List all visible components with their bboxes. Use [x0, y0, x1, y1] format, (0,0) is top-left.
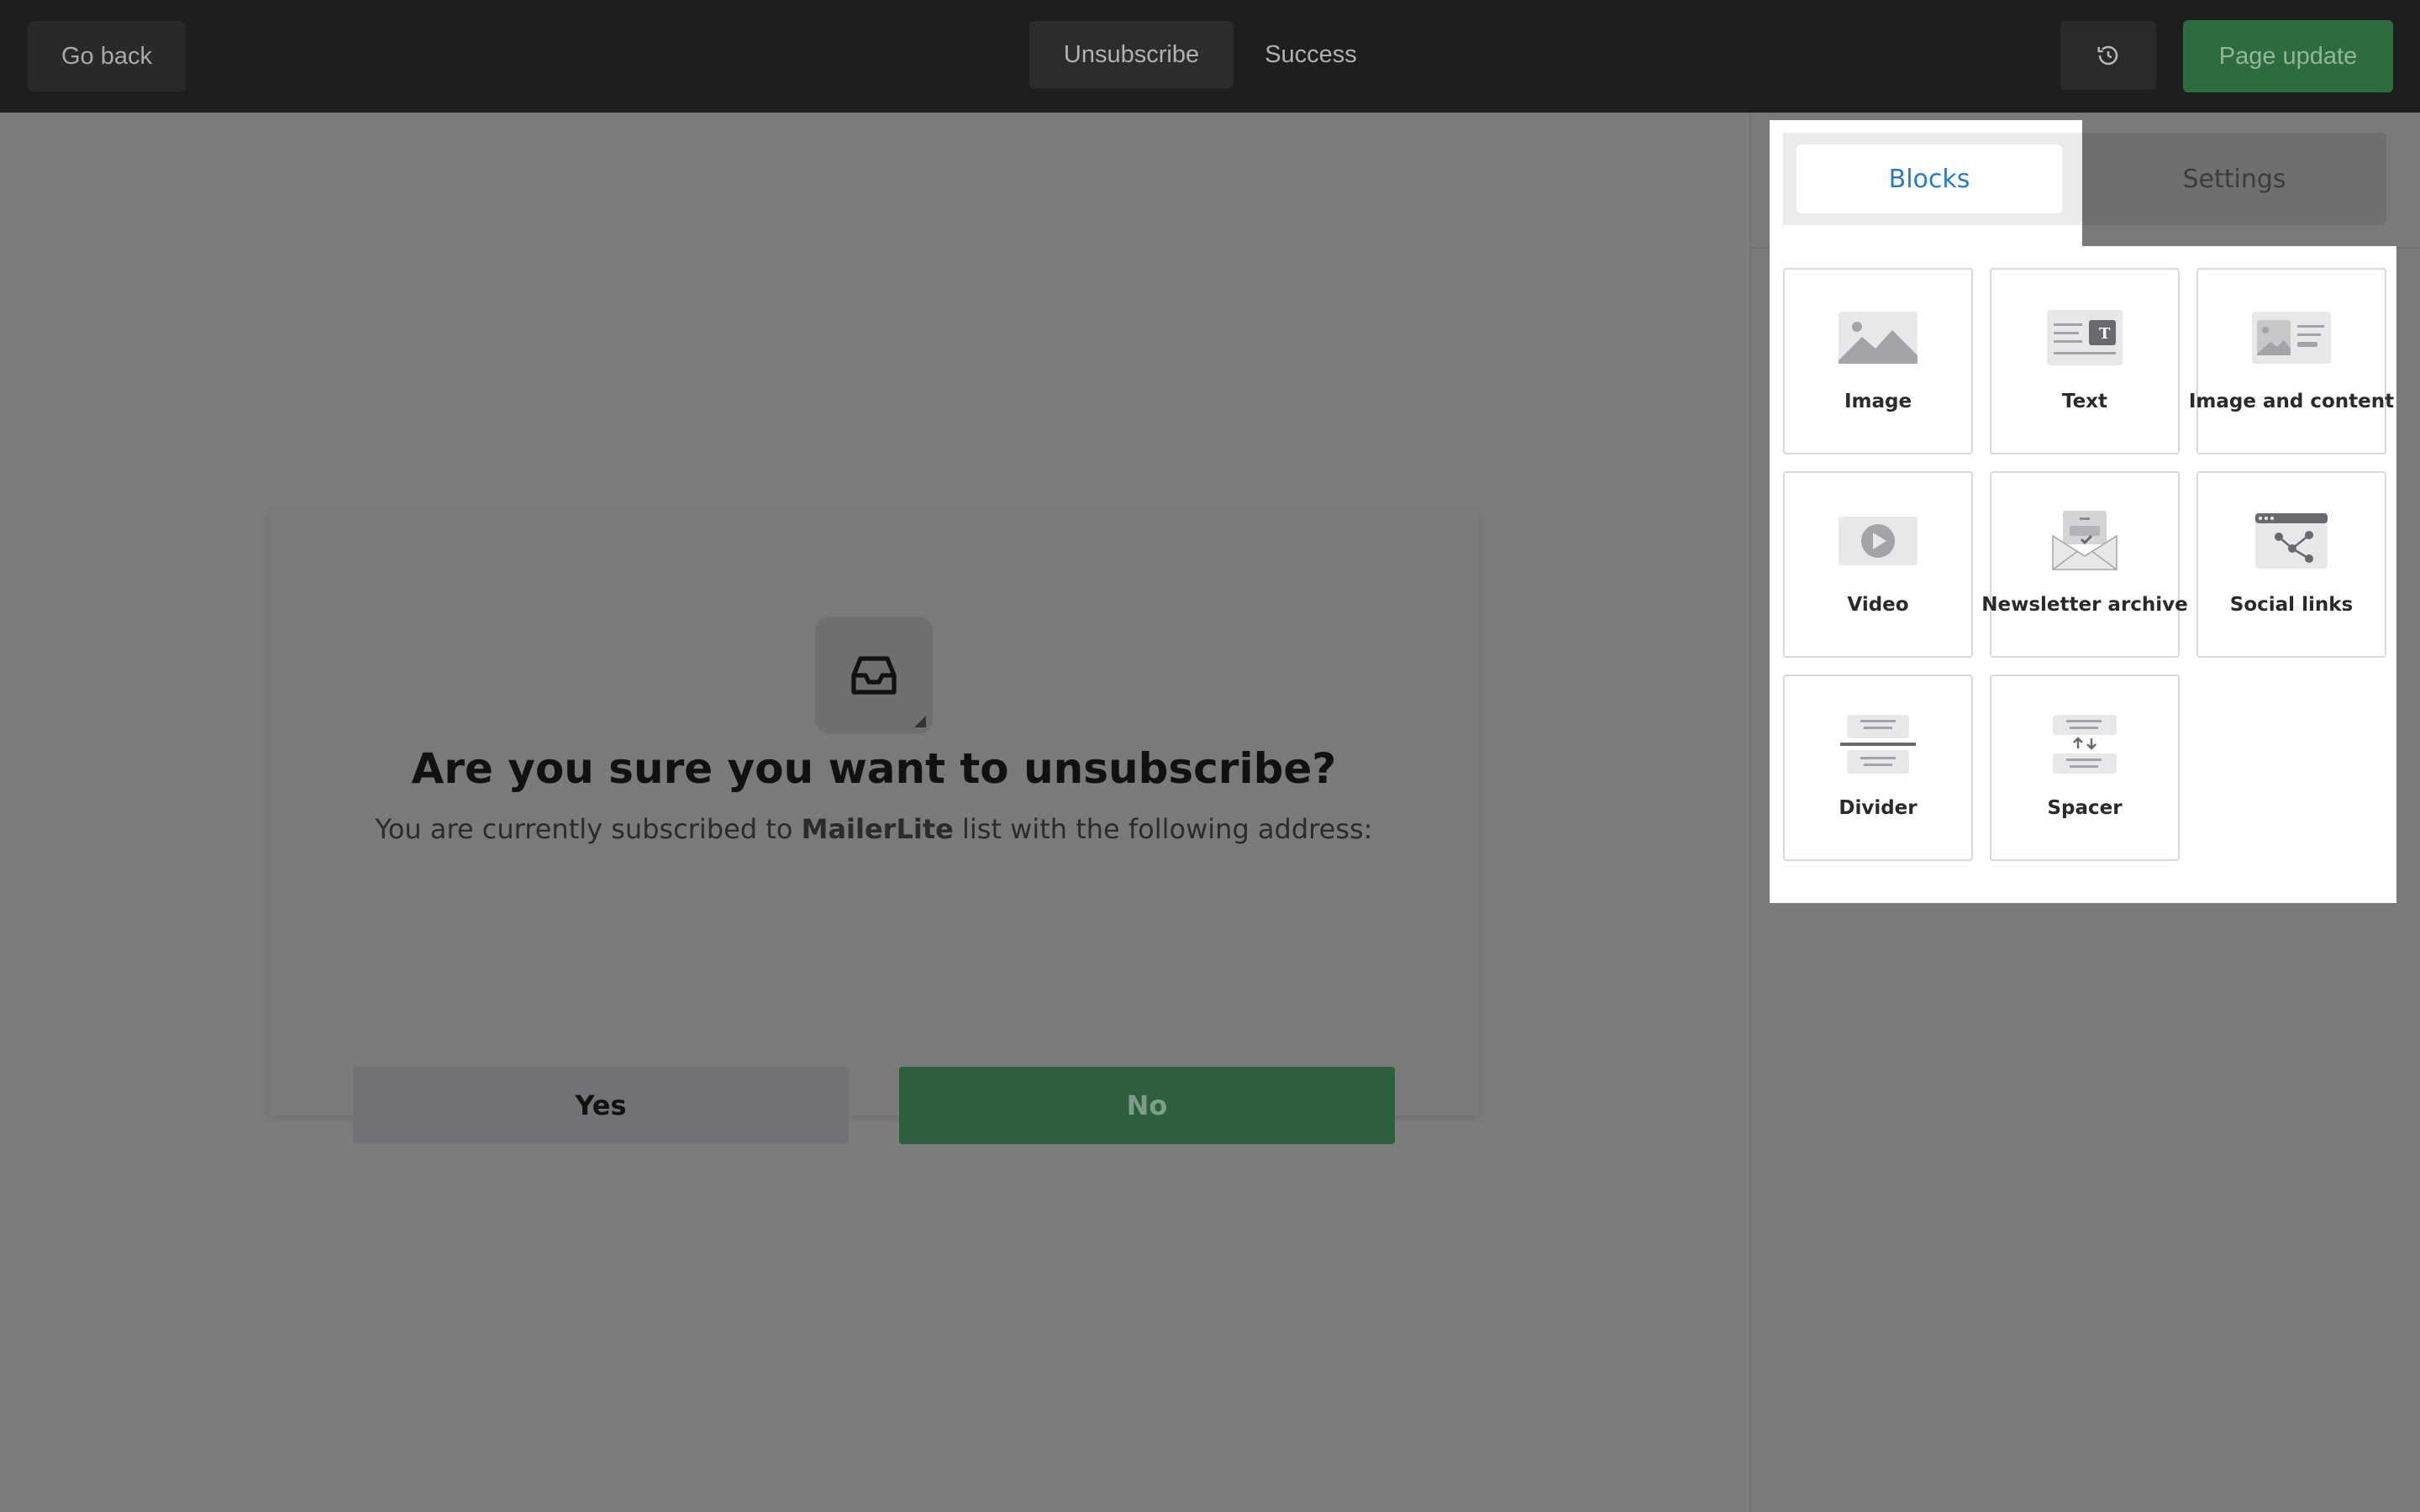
subscription-text-before: You are currently subscribed to [375, 813, 802, 845]
block-label: Spacer [2047, 797, 2123, 819]
block-label: Video [1847, 594, 1909, 616]
history-icon [2097, 45, 2118, 66]
inbox-icon-tile[interactable] [815, 617, 933, 734]
no-button[interactable]: No [899, 1067, 1395, 1144]
text-icon: T [2044, 308, 2125, 367]
block-label: Text [2061, 391, 2108, 412]
social-links-icon [2251, 512, 2332, 570]
block-text[interactable]: T Text [1990, 268, 2180, 454]
page-update-button[interactable]: Page update [2183, 20, 2393, 92]
block-image[interactable]: Image [1783, 268, 1973, 454]
video-icon [1838, 512, 1918, 570]
block-label: Newsletter archive [1981, 594, 2188, 616]
block-divider[interactable]: Divider [1783, 675, 1973, 861]
brand-name: MailerLite [801, 813, 954, 845]
yes-button[interactable]: Yes [353, 1067, 849, 1144]
page-canvas: Are you sure you want to unsubscribe? Yo… [0, 113, 1749, 1512]
spacer-icon [2044, 715, 2125, 774]
image-and-content-icon [2251, 308, 2332, 367]
tab-blocks[interactable]: Blocks [1797, 144, 2062, 213]
divider-icon [1838, 715, 1918, 774]
tab-settings[interactable]: Settings [2082, 144, 2386, 213]
block-newsletter-archive[interactable]: Newsletter archive [1981, 471, 2188, 658]
newsletter-archive-icon [2044, 511, 2125, 570]
block-image-and-content[interactable]: Image and content [2189, 268, 2394, 454]
image-icon [1838, 308, 1918, 367]
tab-unsubscribe[interactable]: Unsubscribe [1029, 21, 1234, 88]
subscription-info-text: You are currently subscribed to MailerLi… [269, 813, 1479, 845]
history-button[interactable] [2060, 21, 2156, 90]
unsubscribe-title: Are you sure you want to unsubscribe? [411, 744, 1337, 793]
resize-handle[interactable] [914, 716, 926, 727]
subscription-text-after: list with the following address: [953, 813, 1373, 845]
block-video[interactable]: Video [1783, 471, 1973, 658]
inbox-icon [851, 656, 897, 695]
block-label: Divider [1839, 797, 1918, 819]
block-label: Image and content [2188, 391, 2395, 412]
svg-text:T: T [2099, 325, 2111, 343]
unsubscribe-card: Are you sure you want to unsubscribe? Yo… [269, 511, 1479, 1144]
top-bar: Go back Unsubscribe Success Page update [0, 0, 2420, 113]
blocks-panel: Image T Text Image and content Video New… [1770, 246, 2396, 903]
tab-success[interactable]: Success [1244, 21, 1378, 88]
go-back-button[interactable]: Go back [28, 21, 186, 92]
block-spacer[interactable]: Spacer [1990, 675, 2180, 861]
block-social-links[interactable]: Social links [2196, 471, 2386, 658]
block-label: Social links [2229, 594, 2354, 616]
block-label: Image [1844, 391, 1912, 412]
